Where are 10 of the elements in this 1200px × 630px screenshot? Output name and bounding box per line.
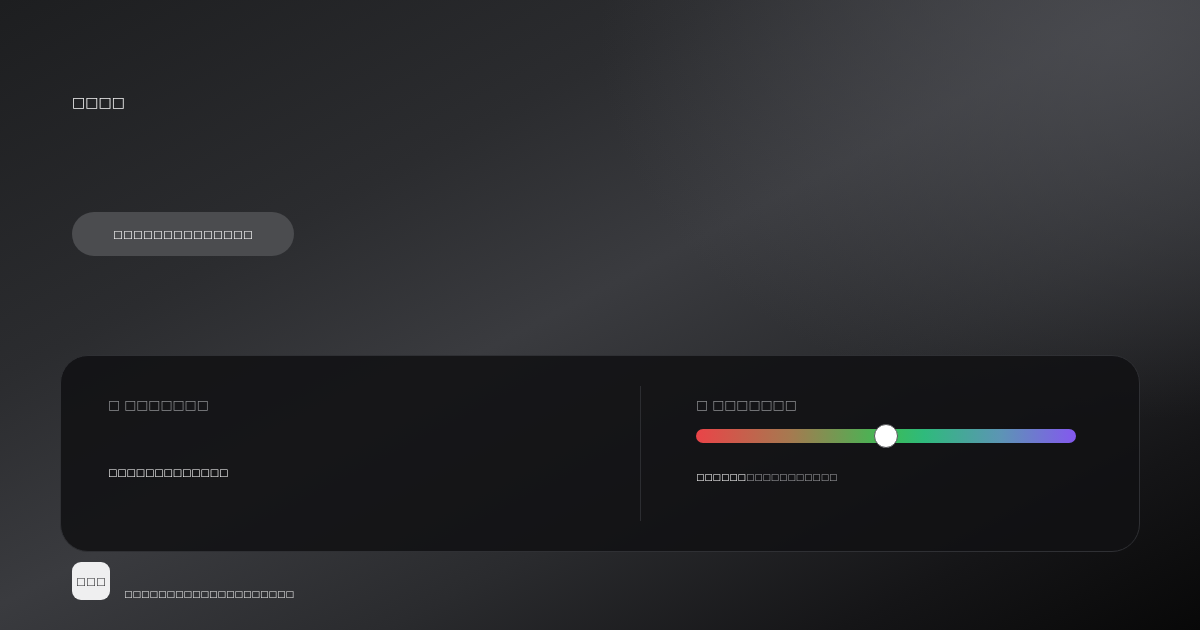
section-label: □ □□□□□□□: [108, 396, 209, 414]
app-badge: □□□: [72, 562, 110, 600]
slider-reading: □□□□□□: [696, 471, 746, 484]
page-title: □□□□: [72, 93, 125, 112]
footer-text: □□□□□□□□□□□□□□□□□□□□: [124, 588, 295, 601]
slider-thumb[interactable]: [874, 424, 898, 448]
slider-caption: □□□□□□□□□□□: [745, 471, 838, 484]
section-label: □ □□□□□□□: [696, 396, 797, 414]
action-button[interactable]: □□□□□□□□□□□□□□: [72, 212, 294, 256]
section-value: □□□□□□□□□□□□□: [108, 466, 229, 480]
